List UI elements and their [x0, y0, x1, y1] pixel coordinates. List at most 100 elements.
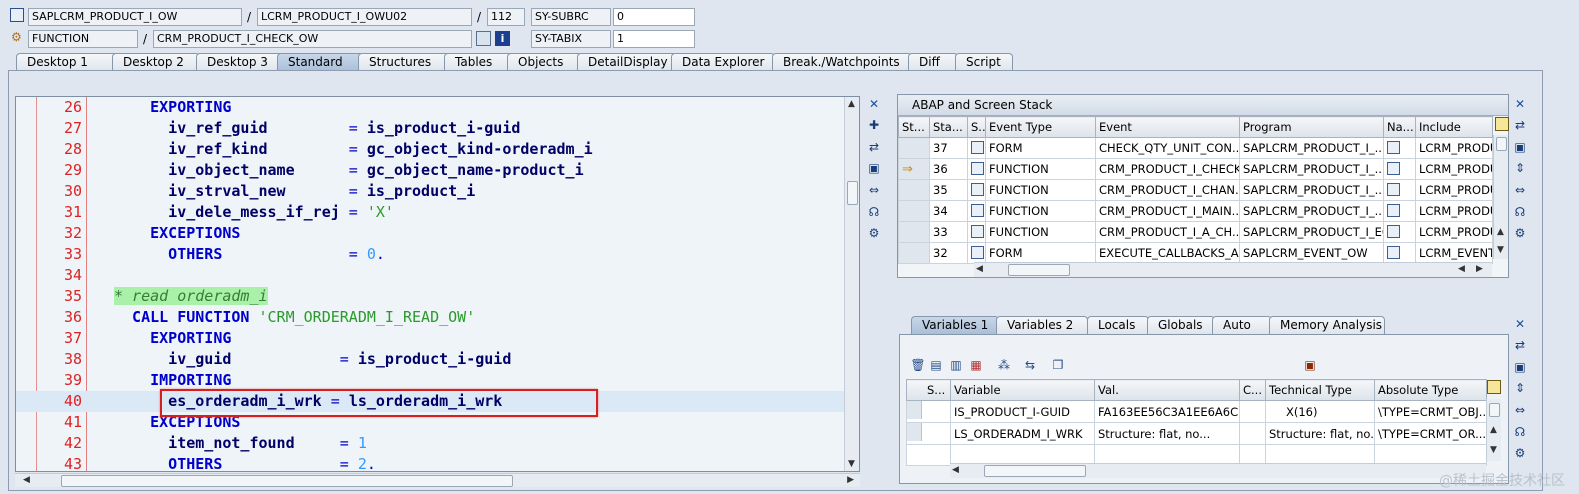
navigate-icon[interactable]	[1387, 162, 1400, 175]
editor-vscroll-thumb[interactable]	[847, 181, 858, 205]
sysvalue-2[interactable]: 1	[613, 30, 695, 48]
table-cell[interactable]	[906, 400, 951, 423]
tab-standard[interactable]: Standard	[277, 53, 365, 71]
variable-value[interactable]: FA163EE56C3A1EE6A6C...	[1094, 400, 1240, 423]
table-cell[interactable]	[1383, 158, 1416, 180]
event-type[interactable]: FUNCTION	[985, 179, 1096, 201]
table-cell[interactable]	[967, 200, 986, 222]
tab-auto[interactable]: Auto	[1212, 316, 1272, 334]
transfer-icon[interactable]: ⇆	[1022, 357, 1038, 373]
code-line[interactable]: 43 OTHERS = 2.	[16, 454, 846, 471]
navigate-icon[interactable]	[1387, 246, 1400, 259]
scroll-right-icon[interactable]: ▶	[847, 475, 854, 485]
tab-variables-2[interactable]: Variables 2	[996, 316, 1088, 334]
code-line[interactable]: 26 EXPORTING	[16, 97, 846, 118]
scroll-right-icon[interactable]: ▶	[1476, 264, 1483, 274]
info-icon[interactable]: i	[495, 31, 510, 46]
vars-col-header[interactable]: S...	[906, 379, 951, 401]
type-field[interactable]: FUNCTION	[28, 30, 138, 48]
stack-col-header[interactable]: Event	[1095, 116, 1240, 138]
export-icon[interactable]: ▦	[968, 357, 984, 373]
table-cell[interactable]	[1239, 400, 1266, 423]
stack-horizontal-scrollbar[interactable]: ◀ ◀ ▶	[974, 262, 1492, 277]
absolute-type[interactable]: \TYPE=CRMT_OBJ...	[1374, 400, 1487, 423]
program-name[interactable]: SAPLCRM_PRODUCT_I_...	[1239, 158, 1384, 180]
table-row[interactable]: 37 FORM CHECK_QTY_UNIT_CON... SAPLCRM_PRODU…	[898, 137, 1493, 159]
stack-col-header[interactable]: Event Type	[985, 116, 1096, 138]
move-up-icon[interactable]: ⇕	[1512, 380, 1528, 396]
variables-horizontal-scrollbar[interactable]: ◀	[950, 463, 1486, 478]
delete-icon[interactable]: 🗑	[910, 357, 926, 373]
event-type[interactable]: FORM	[985, 137, 1096, 159]
save-variables-icon[interactable]: ▤	[928, 357, 944, 373]
navigate-icon[interactable]	[1387, 183, 1400, 196]
include-name[interactable]: LCRM_EVENT	[1415, 242, 1493, 264]
editor-horizontal-scrollbar[interactable]: ◀ ▶	[15, 473, 860, 487]
variable-name[interactable]: LS_ORDERADM_I_WRK	[950, 422, 1095, 445]
program-name[interactable]: SAPLCRM_PRODUCT_I_...	[1239, 179, 1384, 201]
sysfield-1[interactable]: SY-SUBRC	[531, 8, 611, 26]
stack-col-header[interactable]: S...	[967, 116, 986, 138]
stack-vscroll-thumb[interactable]	[1496, 137, 1507, 151]
vars-col-header[interactable]: Variable	[950, 379, 1095, 401]
tab-memory-analysis[interactable]: Memory Analysis	[1269, 316, 1385, 334]
code-line[interactable]: 30 iv_strval_new = is_product_i	[16, 181, 846, 202]
table-cell[interactable]	[1383, 221, 1416, 243]
vars-col-header[interactable]: Absolute Type	[1374, 379, 1487, 401]
tab-breakpoints[interactable]: Break./Watchpoints	[772, 53, 912, 71]
table-cell[interactable]	[967, 242, 986, 264]
stack-col-header[interactable]: St...	[898, 116, 930, 138]
table-cell[interactable]	[898, 200, 930, 222]
tab-diff[interactable]: Diff	[908, 53, 958, 71]
technical-type[interactable]: X(16)	[1265, 400, 1375, 423]
program-name[interactable]: SAPLCRM_PRODUCT_I_EC	[1239, 221, 1384, 243]
table-cell[interactable]	[967, 137, 986, 159]
code-line[interactable]: 33 OTHERS = 0.	[16, 244, 846, 265]
expand-icon[interactable]: ⇔	[1512, 182, 1528, 198]
table-row[interactable]: LS_ORDERADM_I_WRK Structure: flat, no... S…	[906, 422, 1487, 445]
table-row[interactable]: 32 FORM EXECUTE_CALLBACKS_A... SAPLCRM_EVEN…	[898, 242, 1493, 264]
include-name[interactable]: LCRM_PRODU	[1415, 179, 1493, 201]
include-name[interactable]: LCRM_PRODU	[1415, 221, 1493, 243]
hierarchy-icon[interactable]: ⁂	[996, 357, 1012, 373]
program-name[interactable]: SAPLCRM_PRODUCT_I_...	[1239, 200, 1384, 222]
event-name[interactable]: CRM_PRODUCT_I_CHECK...	[1095, 158, 1240, 180]
event-name[interactable]: CRM_PRODUCT_I_MAIN...	[1095, 200, 1240, 222]
row-selector[interactable]	[907, 423, 922, 441]
services-icon[interactable]: ☊	[866, 204, 882, 220]
code-line[interactable]: 39 IMPORTING	[16, 370, 846, 391]
program-name[interactable]: SAPLCRM_EVENT_OW	[1239, 242, 1384, 264]
swap-tool-icon[interactable]: ⇄	[1512, 337, 1528, 353]
table-cell[interactable]	[898, 242, 930, 264]
table-row[interactable]: IS_PRODUCT_I-GUID FA163EE56C3A1EE6A6C... X…	[906, 400, 1487, 423]
maximize-icon[interactable]: ▣	[866, 160, 882, 176]
close-icon[interactable]: ✕	[1512, 316, 1528, 332]
sysfield-2[interactable]: SY-TABIX	[531, 30, 611, 48]
table-row[interactable]: 33 FUNCTION CRM_PRODUCT_I_A_CH... SAPLCRM_P…	[898, 221, 1493, 243]
code-line[interactable]: 28 iv_ref_kind = gc_object_kind-orderadm…	[16, 139, 846, 160]
close-icon[interactable]: ✕	[866, 96, 882, 112]
table-row[interactable]: 34 FUNCTION CRM_PRODUCT_I_MAIN... SAPLCRM_P…	[898, 200, 1493, 222]
include-field[interactable]: LCRM_PRODUCT_I_OWU02	[257, 8, 472, 26]
include-name[interactable]: LCRM_PRODU	[1415, 158, 1493, 180]
editor-vertical-scrollbar[interactable]: ▲ ▼	[844, 97, 859, 471]
scroll-up-icon[interactable]: ▲	[1497, 227, 1504, 237]
table-cell[interactable]	[898, 137, 930, 159]
variable-name[interactable]: IS_PRODUCT_I-GUID	[950, 400, 1095, 423]
event-name[interactable]: CRM_PRODUCT_I_CHAN...	[1095, 179, 1240, 201]
event-type[interactable]: FUNCTION	[985, 158, 1096, 180]
maximize-icon[interactable]: ▣	[1512, 359, 1528, 375]
code-line[interactable]: 35 * read orderadm_i	[16, 286, 846, 307]
table-cell[interactable]	[898, 221, 930, 243]
scroll-down-icon[interactable]: ▼	[1490, 445, 1497, 455]
event-name[interactable]: CHECK_QTY_UNIT_CON...	[1095, 137, 1240, 159]
scroll-up-icon[interactable]: ▲	[1490, 425, 1497, 435]
program-name[interactable]: SAPLCRM_PRODUCT_I_...	[1239, 137, 1384, 159]
settings-icon[interactable]: ⚙	[1512, 225, 1528, 241]
settings-icon[interactable]: ⚙	[866, 225, 882, 241]
table-cell[interactable]	[967, 179, 986, 201]
include-name[interactable]: LCRM_PRODU	[1415, 137, 1493, 159]
function-field[interactable]: CRM_PRODUCT_I_CHECK_OW	[153, 30, 472, 48]
table-cell[interactable]	[1383, 242, 1416, 264]
scroll-down-icon[interactable]: ▼	[848, 459, 855, 469]
